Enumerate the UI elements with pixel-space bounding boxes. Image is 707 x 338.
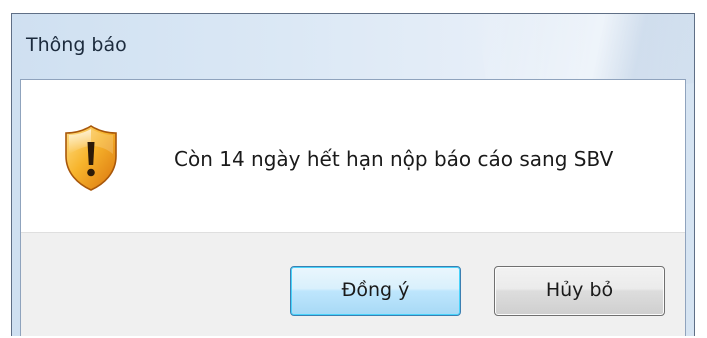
dialog-button-bar: Đồng ý Hủy bỏ	[21, 232, 685, 336]
shield-warning-icon	[65, 125, 117, 191]
dialog-client-area: Còn 14 ngày hết hạn nộp báo cáo sang SBV…	[20, 79, 686, 336]
message-dialog: Thông báo Còn 14 ngày hết hạn nộp báo cá…	[11, 13, 695, 336]
cancel-button[interactable]: Hủy bỏ	[494, 266, 665, 316]
message-area: Còn 14 ngày hết hạn nộp báo cáo sang SBV	[21, 80, 685, 232]
dialog-title: Thông báo	[26, 34, 127, 56]
ok-button[interactable]: Đồng ý	[290, 266, 461, 316]
dialog-titlebar[interactable]: Thông báo	[12, 14, 694, 112]
dialog-message: Còn 14 ngày hết hạn nộp báo cáo sang SBV	[174, 147, 614, 171]
